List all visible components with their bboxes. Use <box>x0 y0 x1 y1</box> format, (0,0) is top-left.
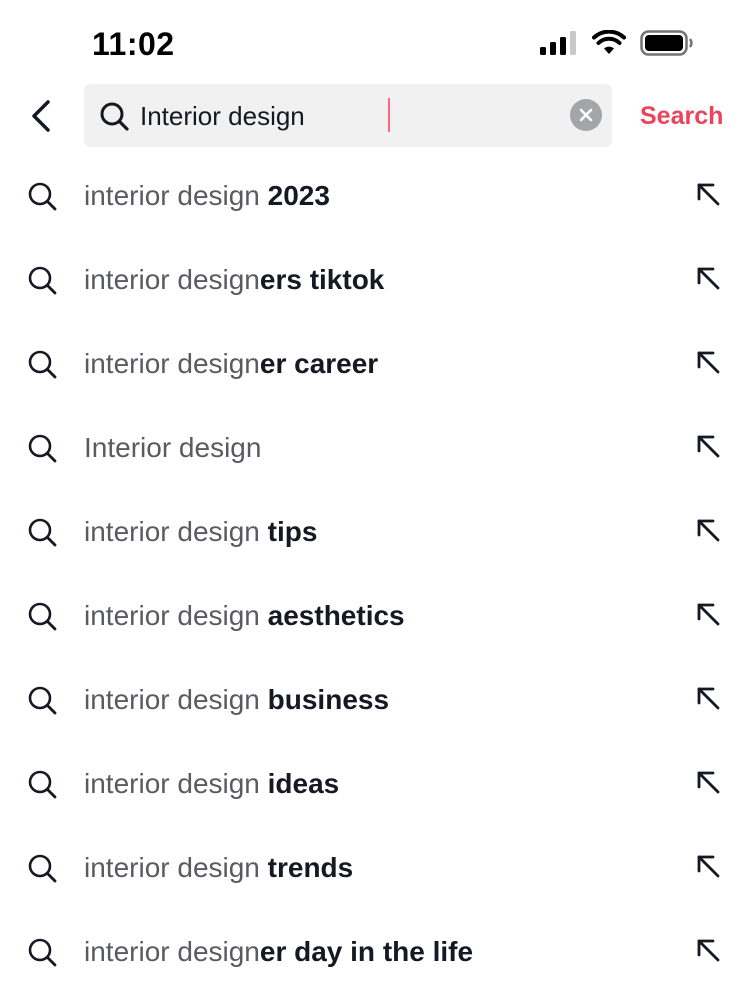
suggestion-completion-text: tips <box>259 516 318 547</box>
suggestion-item[interactable]: Interior design <box>0 406 750 490</box>
search-icon <box>100 102 129 131</box>
text-cursor <box>388 98 390 132</box>
suggestion-typed-text: interior design <box>84 180 260 211</box>
suggestion-typed-text: interior design <box>84 600 260 631</box>
suggestion-typed-text: interior design <box>84 936 260 967</box>
suggestion-label: interior design business <box>84 684 389 716</box>
fill-query-arrow-icon[interactable] <box>694 936 724 966</box>
status-icons <box>540 30 694 56</box>
search-query-text: Interior design <box>140 101 305 131</box>
search-input[interactable]: Interior design <box>84 84 612 147</box>
suggestion-typed-text: interior design <box>84 684 260 715</box>
suggestion-completion-text: ideas <box>259 768 340 799</box>
suggestion-item[interactable]: interior designers tiktok <box>0 238 750 322</box>
suggestion-typed-text: interior design <box>84 348 260 379</box>
fill-query-arrow-icon[interactable] <box>694 516 724 546</box>
suggestion-typed-text: interior design <box>84 516 260 547</box>
suggestion-item[interactable]: interior design trends <box>0 826 750 910</box>
suggestion-item[interactable]: interior design ideas <box>0 742 750 826</box>
suggestion-completion-text: aesthetics <box>259 600 405 631</box>
fill-query-arrow-icon[interactable] <box>694 432 724 462</box>
search-icon <box>28 518 57 547</box>
suggestion-label: Interior design <box>84 432 261 464</box>
search-icon <box>28 350 57 379</box>
battery-icon <box>640 30 694 56</box>
search-icon <box>28 938 57 967</box>
search-icon <box>28 602 57 631</box>
status-time: 11:02 <box>92 26 175 62</box>
cellular-signal-icon <box>540 31 578 55</box>
suggestion-completion-text: er day in the life <box>259 936 474 967</box>
search-icon <box>28 266 57 295</box>
fill-query-arrow-icon[interactable] <box>694 264 724 294</box>
suggestion-label: interior design trends <box>84 852 353 884</box>
clear-button[interactable] <box>570 99 602 131</box>
chevron-left-icon <box>32 100 50 132</box>
suggestion-label: interior designer day in the life <box>84 936 473 968</box>
suggestion-item[interactable]: interior design business <box>0 658 750 742</box>
suggestion-completion-text: trends <box>259 852 354 883</box>
suggestion-item[interactable]: interior designer career <box>0 322 750 406</box>
search-icon <box>28 182 57 211</box>
suggestion-typed-text: interior design <box>84 768 260 799</box>
search-icon <box>28 854 57 883</box>
suggestion-list: interior design 2023 interior designers … <box>0 154 750 994</box>
fill-query-arrow-icon[interactable] <box>694 684 724 714</box>
suggestion-label: interior design 2023 <box>84 180 330 212</box>
clear-icon <box>579 108 593 122</box>
suggestion-label: interior designer career <box>84 348 378 380</box>
search-icon <box>28 770 57 799</box>
suggestion-item[interactable]: interior design 2023 <box>0 154 750 238</box>
search-icon <box>28 686 57 715</box>
fill-query-arrow-icon[interactable] <box>694 180 724 210</box>
suggestion-typed-text: interior design <box>84 852 260 883</box>
suggestion-label: interior designers tiktok <box>84 264 384 296</box>
fill-query-arrow-icon[interactable] <box>694 768 724 798</box>
fill-query-arrow-icon[interactable] <box>694 600 724 630</box>
suggestion-item[interactable]: interior design aesthetics <box>0 574 750 658</box>
suggestion-typed-text: Interior design <box>84 432 262 463</box>
suggestion-completion-text: business <box>259 684 390 715</box>
suggestion-item[interactable]: interior design tips <box>0 490 750 574</box>
suggestion-label: interior design aesthetics <box>84 600 405 632</box>
search-suggestions-screen: 11:02 Interior design Search interior de… <box>0 0 750 1006</box>
suggestion-label: interior design tips <box>84 516 317 548</box>
suggestion-completion-text: er career <box>259 348 379 379</box>
search-icon <box>28 434 57 463</box>
suggestion-label: interior design ideas <box>84 768 339 800</box>
suggestion-completion-text: 2023 <box>259 180 330 211</box>
fill-query-arrow-icon[interactable] <box>694 852 724 882</box>
search-submit-button[interactable]: Search <box>640 100 723 132</box>
fill-query-arrow-icon[interactable] <box>694 348 724 378</box>
back-button[interactable] <box>24 96 60 136</box>
wifi-icon <box>592 30 626 56</box>
status-bar: 11:02 <box>0 0 750 84</box>
search-header: Interior design Search <box>0 84 750 148</box>
suggestion-typed-text: interior design <box>84 264 260 295</box>
suggestion-item[interactable]: interior designer day in the life <box>0 910 750 994</box>
suggestion-completion-text: ers tiktok <box>259 264 385 295</box>
